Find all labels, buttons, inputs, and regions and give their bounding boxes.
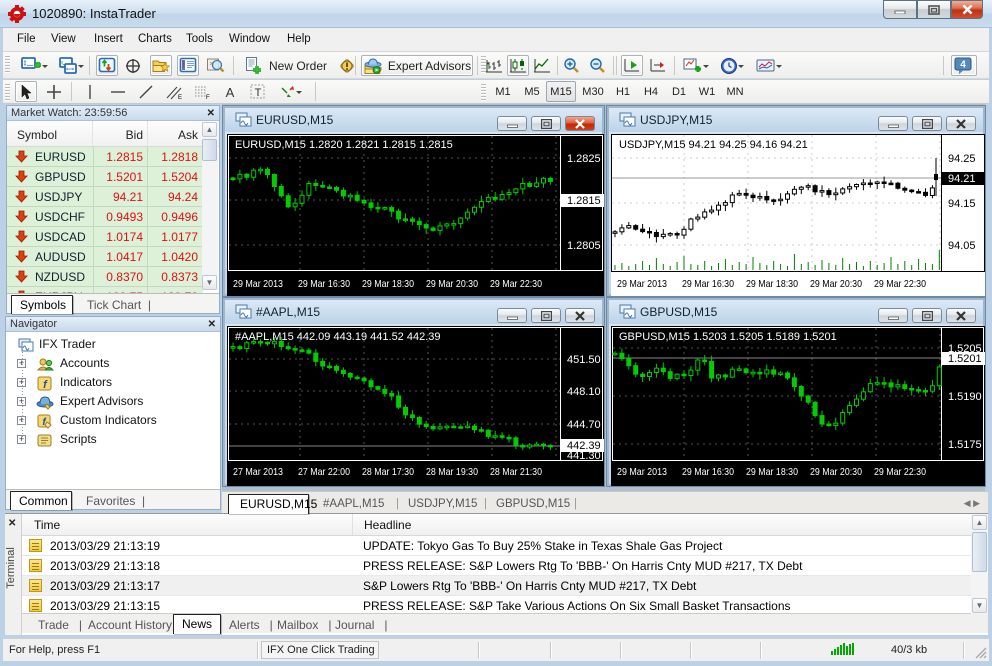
svg-text:29 Mar 16:30: 29 Mar 16:30: [298, 278, 350, 290]
svg-text:27 Mar 2013: 27 Mar 2013: [233, 466, 283, 478]
svg-text:29 Mar 16:30: 29 Mar 16:30: [682, 278, 734, 290]
svg-text:444.70: 444.70: [567, 419, 601, 431]
svg-text:29 Mar 20:30: 29 Mar 20:30: [426, 278, 478, 290]
svg-text:29 Mar 18:30: 29 Mar 18:30: [362, 278, 414, 290]
svg-text:USDJPY,M15 94.21 94.25 94.16: USDJPY,M15 94.21 94.25 94.16 94.21: [619, 139, 808, 151]
svg-text:1.5175: 1.5175: [948, 439, 982, 451]
svg-text:29 Mar 2013: 29 Mar 2013: [233, 278, 283, 290]
svg-text:28 Mar 19:30: 28 Mar 19:30: [426, 466, 478, 478]
svg-text:29 Mar 22:30: 29 Mar 22:30: [874, 466, 926, 478]
svg-text:29 Mar 2013: 29 Mar 2013: [617, 466, 667, 478]
svg-text:29 Mar 18:30: 29 Mar 18:30: [746, 278, 798, 290]
svg-text:1.5190: 1.5190: [948, 391, 982, 403]
svg-text:94.05: 94.05: [948, 240, 976, 252]
svg-text:T: T: [255, 87, 262, 99]
svg-text:4: 4: [960, 59, 966, 70]
svg-text:441.30: 441.30: [567, 450, 601, 462]
svg-text:29 Mar 22:30: 29 Mar 22:30: [490, 278, 542, 290]
svg-text:29 Mar 20:30: 29 Mar 20:30: [810, 466, 862, 478]
svg-text:29 Mar 22:30: 29 Mar 22:30: [874, 278, 926, 290]
svg-text:94.21: 94.21: [948, 173, 976, 185]
svg-text:GBPUSD,M15 1.5203 1.5205 1.51: GBPUSD,M15 1.5203 1.5205 1.5189 1.5201: [619, 331, 837, 343]
svg-text:29 Mar 2013: 29 Mar 2013: [617, 278, 667, 290]
svg-text:A: A: [226, 85, 235, 100]
svg-text:1.2825: 1.2825: [567, 153, 601, 165]
svg-text:448.10: 448.10: [567, 386, 601, 398]
svg-text:1.5201: 1.5201: [948, 353, 982, 365]
svg-text:28 Mar 21:30: 28 Mar 21:30: [490, 466, 542, 478]
svg-text:29 Mar 16:30: 29 Mar 16:30: [682, 466, 734, 478]
svg-text:28 Mar 17:30: 28 Mar 17:30: [362, 466, 414, 478]
svg-text:EURUSD,M15 1.2820 1.2821 1.28: EURUSD,M15 1.2820 1.2821 1.2815 1.2815: [235, 139, 453, 151]
svg-text:94.25: 94.25: [948, 153, 976, 165]
svg-text:94.15: 94.15: [948, 198, 976, 210]
svg-text:27 Mar 22:00: 27 Mar 22:00: [298, 466, 350, 478]
svg-text:451.50: 451.50: [567, 354, 601, 366]
svg-text:1.2815: 1.2815: [567, 195, 601, 207]
svg-text:29 Mar 20:30: 29 Mar 20:30: [810, 278, 862, 290]
svg-text:1.2805: 1.2805: [567, 240, 601, 252]
svg-text:29 Mar 18:30: 29 Mar 18:30: [746, 466, 798, 478]
svg-text:#AAPL,M15 442.09 443.19 441.5: #AAPL,M15 442.09 443.19 441.52 442.39: [235, 331, 441, 343]
svg-text:F: F: [206, 95, 210, 100]
svg-text:E: E: [178, 95, 182, 100]
